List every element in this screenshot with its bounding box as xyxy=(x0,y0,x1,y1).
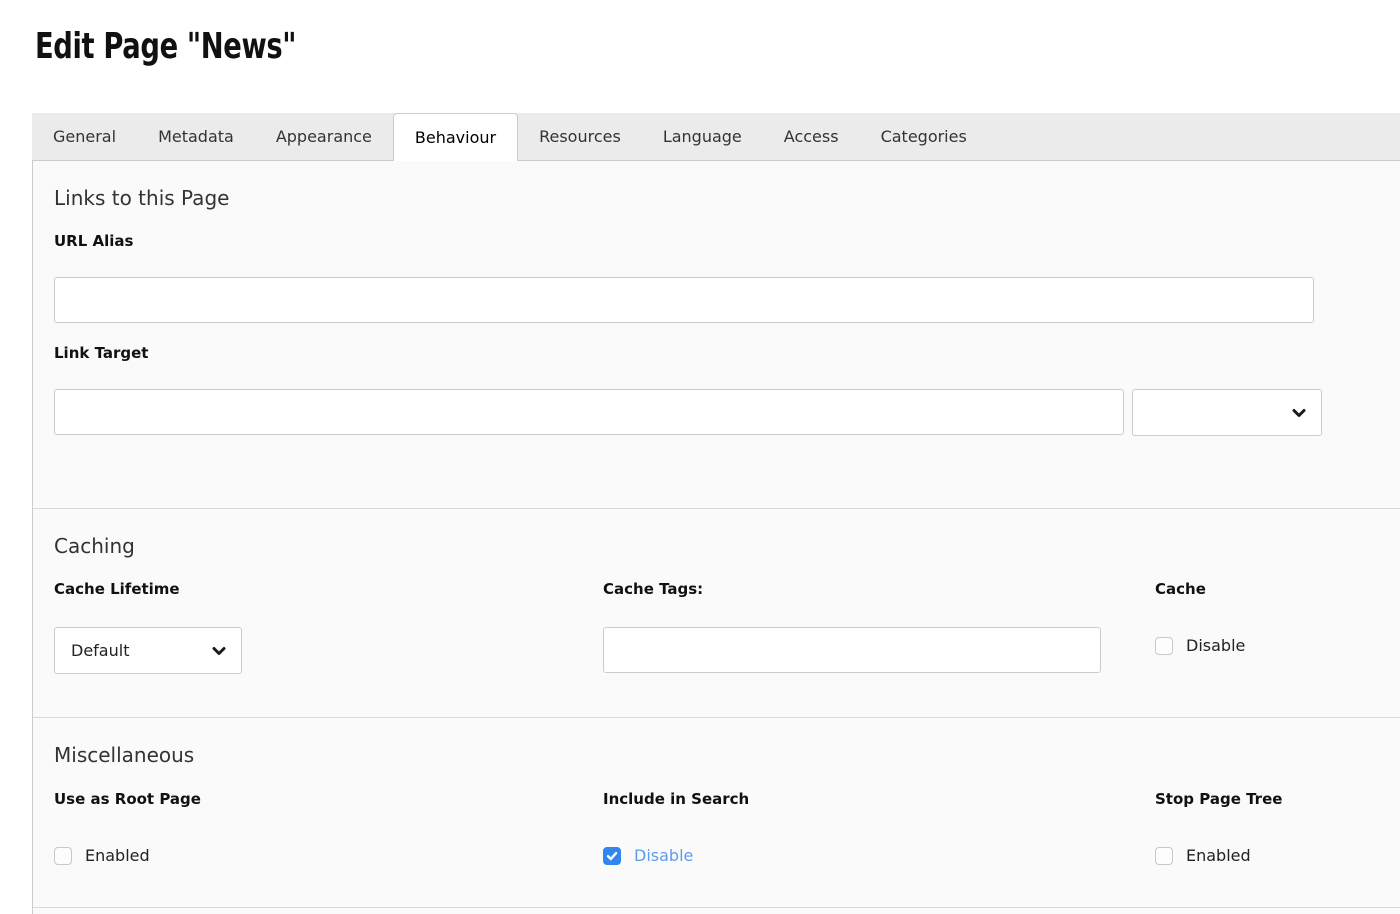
url-alias-label: URL Alias xyxy=(54,232,1400,250)
tab-general[interactable]: General xyxy=(32,113,137,160)
tab-appearance[interactable]: Appearance xyxy=(255,113,393,160)
search-disable-checkbox-row[interactable]: Disable xyxy=(603,846,749,866)
checkbox-unchecked-icon[interactable] xyxy=(1155,847,1173,865)
search-disable-checkbox-label: Disable xyxy=(634,846,693,866)
use-as-root-page-label: Use as Root Page xyxy=(54,790,201,808)
cache-lifetime-field: Cache Lifetime Default xyxy=(54,580,242,674)
include-in-search-label: Include in Search xyxy=(603,790,749,808)
cache-lifetime-select[interactable]: Default xyxy=(54,627,242,674)
link-target-label: Link Target xyxy=(54,344,1400,362)
tab-metadata[interactable]: Metadata xyxy=(137,113,255,160)
page-header: Edit Page "News" xyxy=(0,0,1400,113)
chevron-down-icon xyxy=(211,643,227,659)
cache-tags-field: Cache Tags: xyxy=(603,580,1101,673)
section-heading-miscellaneous: Miscellaneous xyxy=(54,742,1400,768)
cache-label: Cache xyxy=(1155,580,1245,598)
tab-access[interactable]: Access xyxy=(763,113,860,160)
section-heading-caching: Caching xyxy=(54,533,1400,559)
link-target-input[interactable] xyxy=(54,389,1124,435)
url-alias-input[interactable] xyxy=(54,277,1314,323)
root-page-enabled-checkbox-label: Enabled xyxy=(85,846,150,866)
stop-tree-enabled-checkbox-row[interactable]: Enabled xyxy=(1155,846,1282,866)
include-in-search-field: Include in Search Disable xyxy=(603,790,749,866)
link-target-select[interactable] xyxy=(1132,389,1322,436)
use-as-root-page-field: Use as Root Page Enabled xyxy=(54,790,201,866)
checkbox-checked-icon[interactable] xyxy=(603,847,621,865)
tab-categories[interactable]: Categories xyxy=(860,113,988,160)
cache-tags-label: Cache Tags: xyxy=(603,580,1101,598)
section-next-sliver xyxy=(33,907,1400,914)
stop-page-tree-field: Stop Page Tree Enabled xyxy=(1155,790,1282,866)
cache-lifetime-select-value: Default xyxy=(71,641,129,660)
section-miscellaneous: Miscellaneous Use as Root Page Enabled I… xyxy=(33,717,1400,907)
section-heading-links: Links to this Page xyxy=(54,185,1400,211)
tab-behaviour[interactable]: Behaviour xyxy=(393,113,518,161)
cache-disable-checkbox-row[interactable]: Disable xyxy=(1155,636,1245,656)
checkmark-icon xyxy=(606,850,618,862)
cache-lifetime-label: Cache Lifetime xyxy=(54,580,242,598)
cache-field: Cache Disable xyxy=(1155,580,1245,656)
stop-page-tree-label: Stop Page Tree xyxy=(1155,790,1282,808)
link-target-row xyxy=(54,389,1400,436)
cache-disable-checkbox-label: Disable xyxy=(1186,636,1245,656)
stop-tree-enabled-checkbox-label: Enabled xyxy=(1186,846,1251,866)
tab-language[interactable]: Language xyxy=(642,113,763,160)
section-caching: Caching Cache Lifetime Default Cache Tag… xyxy=(33,508,1400,717)
page-title-text: Edit Page "News" xyxy=(35,26,296,67)
chevron-down-icon xyxy=(1291,405,1307,421)
checkbox-unchecked-icon[interactable] xyxy=(54,847,72,865)
tab-resources[interactable]: Resources xyxy=(518,113,642,160)
root-page-enabled-checkbox-row[interactable]: Enabled xyxy=(54,846,201,866)
section-links-to-this-page: Links to this Page URL Alias Link Target xyxy=(33,161,1400,508)
tab-bar: General Metadata Appearance Behaviour Re… xyxy=(32,113,1400,160)
cache-tags-input[interactable] xyxy=(603,627,1101,673)
checkbox-unchecked-icon[interactable] xyxy=(1155,637,1173,655)
page-title: Edit Page "News" xyxy=(0,0,1400,67)
tab-content-panel: Links to this Page URL Alias Link Target… xyxy=(32,160,1400,914)
